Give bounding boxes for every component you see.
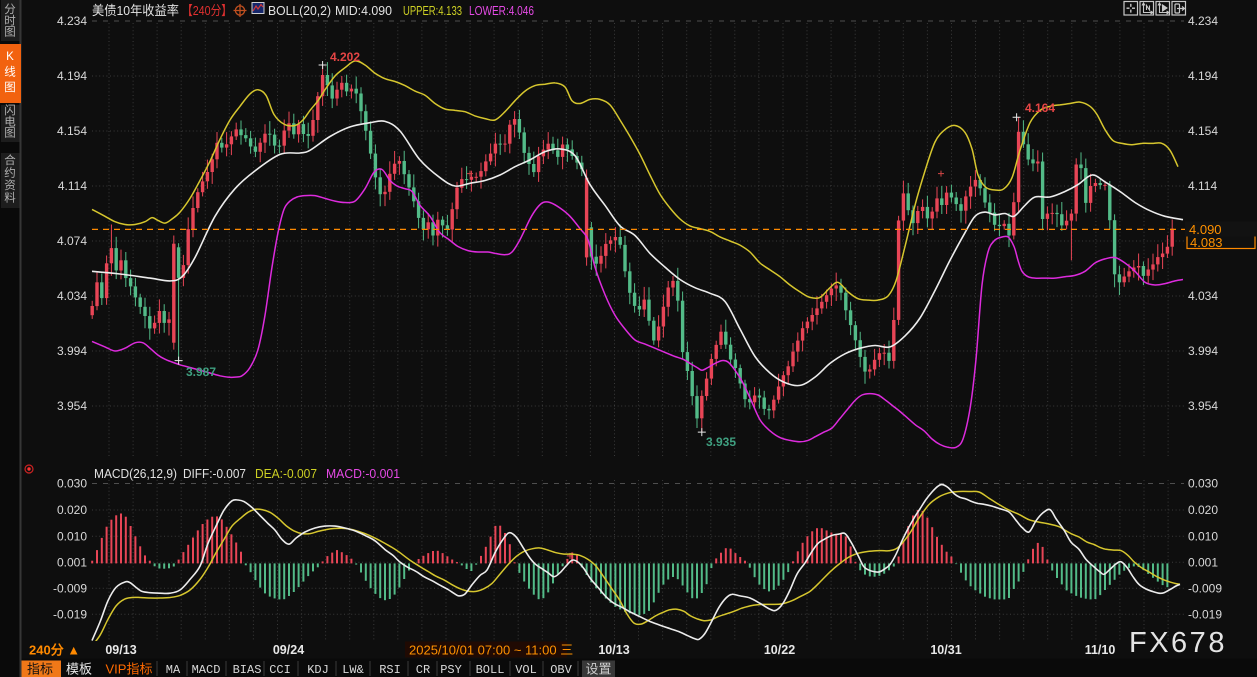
svg-text:BIAS: BIAS xyxy=(233,663,262,677)
svg-text:10/31: 10/31 xyxy=(930,643,961,657)
svg-text:4.114: 4.114 xyxy=(58,179,87,193)
svg-text:11/10: 11/10 xyxy=(1085,643,1116,657)
svg-text:4.234: 4.234 xyxy=(57,14,87,28)
svg-text:0.001: 0.001 xyxy=(1188,555,1218,569)
svg-text:DEA:-0.007: DEA:-0.007 xyxy=(255,466,317,481)
svg-text:240分 ▲: 240分 ▲ xyxy=(29,643,80,658)
svg-text:4.114: 4.114 xyxy=(1188,179,1217,193)
svg-text:RSI: RSI xyxy=(379,663,401,677)
svg-text:09/24: 09/24 xyxy=(273,643,304,657)
svg-text:4.034: 4.034 xyxy=(57,289,87,303)
svg-text:4.034: 4.034 xyxy=(1188,289,1218,303)
svg-text:闪: 闪 xyxy=(4,103,16,117)
svg-text:4.154: 4.154 xyxy=(57,124,87,138)
svg-text:-0.009: -0.009 xyxy=(53,581,87,595)
svg-text:3.954: 3.954 xyxy=(1188,399,1218,413)
svg-text:-0.019: -0.019 xyxy=(1188,607,1222,621)
svg-text:0.010: 0.010 xyxy=(1188,529,1218,543)
svg-text:CR: CR xyxy=(416,663,430,677)
svg-text:资: 资 xyxy=(4,179,16,192)
svg-text:-0.019: -0.019 xyxy=(53,607,87,621)
svg-text:UPPER:4.133: UPPER:4.133 xyxy=(403,3,462,18)
svg-text:分: 分 xyxy=(4,3,16,16)
svg-text:0.020: 0.020 xyxy=(1188,503,1218,517)
svg-text:10/22: 10/22 xyxy=(764,643,795,657)
svg-text:4.083: 4.083 xyxy=(1190,235,1223,250)
svg-text:3.994: 3.994 xyxy=(57,344,87,358)
svg-text:约: 约 xyxy=(4,166,16,180)
svg-text:3.987: 3.987 xyxy=(186,365,216,379)
svg-text:CCI: CCI xyxy=(269,663,291,677)
svg-text:OBV: OBV xyxy=(550,663,572,677)
svg-text:料: 料 xyxy=(4,191,16,205)
svg-text:LW&: LW& xyxy=(342,663,364,677)
svg-text:-0.009: -0.009 xyxy=(1188,581,1222,595)
svg-text:4.202: 4.202 xyxy=(330,50,360,64)
svg-text:美债10年收益率: 美债10年收益率 xyxy=(92,3,179,18)
svg-text:0.030: 0.030 xyxy=(57,477,87,491)
svg-text:4.074: 4.074 xyxy=(57,234,87,248)
svg-text:4.194: 4.194 xyxy=(57,69,87,83)
svg-text:3.994: 3.994 xyxy=(1188,344,1218,358)
svg-text:图: 图 xyxy=(4,26,16,39)
svg-text:0.020: 0.020 xyxy=(57,503,87,517)
svg-text:KDJ: KDJ xyxy=(307,663,329,677)
svg-text:PSY: PSY xyxy=(440,663,462,677)
svg-text:4.154: 4.154 xyxy=(1188,124,1218,138)
svg-text:【240分】: 【240分】 xyxy=(182,3,232,18)
svg-text:DIFF:-0.007: DIFF:-0.007 xyxy=(183,466,246,481)
svg-text:0.030: 0.030 xyxy=(1188,477,1218,491)
svg-text:图: 图 xyxy=(4,81,16,94)
svg-text:MACD(26,12,9): MACD(26,12,9) xyxy=(94,466,177,481)
svg-text:LOWER:4.046: LOWER:4.046 xyxy=(469,3,534,18)
svg-text:FX678: FX678 xyxy=(1129,627,1227,659)
svg-text:指标: 指标 xyxy=(27,662,53,677)
svg-text:电: 电 xyxy=(4,115,16,128)
svg-text:2025/10/01 07:00 ~ 11:00 三: 2025/10/01 07:00 ~ 11:00 三 xyxy=(409,643,573,658)
svg-text:K: K xyxy=(6,51,14,63)
svg-text:MACD: MACD xyxy=(192,663,221,677)
svg-text:设置: 设置 xyxy=(585,662,611,677)
svg-text:09/13: 09/13 xyxy=(105,643,136,657)
svg-text:4.090: 4.090 xyxy=(1189,222,1222,237)
svg-text:线: 线 xyxy=(4,65,16,79)
svg-text:BOLL(20,2): BOLL(20,2) xyxy=(268,3,331,18)
svg-text:4.194: 4.194 xyxy=(1188,69,1218,83)
svg-text:4.234: 4.234 xyxy=(1188,14,1218,28)
svg-text:MA: MA xyxy=(166,663,181,677)
svg-text:4.164: 4.164 xyxy=(1025,101,1055,115)
svg-text:时: 时 xyxy=(4,14,16,27)
svg-text:3.954: 3.954 xyxy=(57,399,87,413)
svg-text:0.010: 0.010 xyxy=(57,529,87,543)
svg-text:3.935: 3.935 xyxy=(706,435,736,449)
svg-text:MACD:-0.001: MACD:-0.001 xyxy=(326,466,400,481)
svg-text:MID:4.090: MID:4.090 xyxy=(335,3,392,18)
svg-text:VIP指标: VIP指标 xyxy=(106,662,153,677)
svg-text:BOLL: BOLL xyxy=(476,663,505,677)
svg-text:10/13: 10/13 xyxy=(598,643,629,657)
svg-text:VOL: VOL xyxy=(515,663,537,677)
svg-text:模板: 模板 xyxy=(66,662,92,677)
svg-text:0.001: 0.001 xyxy=(57,555,87,569)
svg-text:合: 合 xyxy=(4,153,16,167)
svg-text:图: 图 xyxy=(4,127,16,140)
